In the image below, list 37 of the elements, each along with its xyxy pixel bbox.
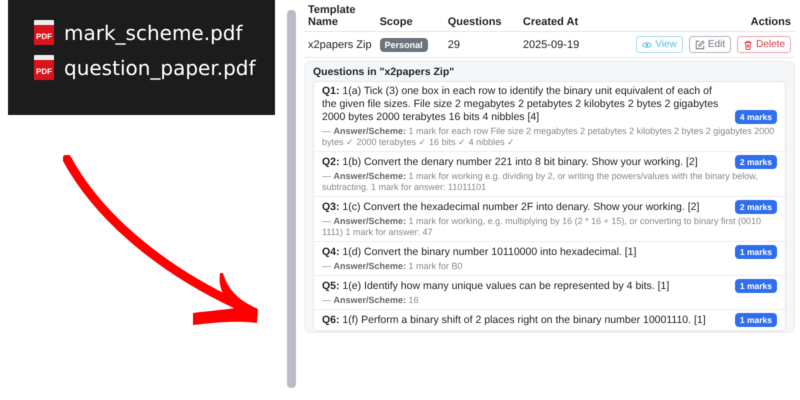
- file-name[interactable]: question_paper.pdf: [64, 56, 256, 80]
- question-text: Q2: 1(b) Convert the denary number 221 into 8 bit binary. Show your working. [2]: [322, 156, 699, 169]
- marks-badge: 2 marks: [734, 155, 777, 169]
- delete-button[interactable]: Delete: [737, 36, 791, 53]
- table-cell: 29: [448, 38, 460, 50]
- column-header: Created At: [522, 16, 578, 28]
- scope-badge: Personal: [380, 38, 428, 52]
- trash-icon: [743, 40, 754, 50]
- column-header: Actions: [750, 16, 791, 28]
- pdf-file-icon: PDF: [34, 55, 54, 80]
- edit-button[interactable]: Edit: [688, 36, 732, 53]
- column-header: Questions: [448, 16, 502, 28]
- question-text: Q1: 1(a) Tick (3) one box in each row to identify the binary unit equivalent of each of the given file sizes. File size 2 megabytes 2 petabytes 2 kilobytes 2 bytes 2 gigabytes 2000 bytes 2000 terabytes 16 bits 4 nibbles [4]: [322, 85, 720, 124]
- marks-badge: 2 marks: [734, 200, 777, 214]
- question-text: Q5: 1(e) Identify how many unique values can be represented by 4 bits. [1]: [322, 280, 670, 293]
- pdf-file-icon: PDF: [34, 20, 54, 45]
- eye-icon: [642, 40, 652, 50]
- answer-text: — Answer/Scheme: 16: [322, 295, 420, 306]
- question-text: Q6: 1(f) Perform a binary shift of 2 places right on the binary number 10001110. [1]: [322, 314, 707, 327]
- marks-badge: 1 marks: [734, 279, 777, 293]
- answer-text: — Answer/Scheme: 1 mark for each row File size 2 megabytes 2 petabytes 2 kilobytes 2 bytes 2 gigabytes 2000 bytes ✓ 2000 terabytes ✓ 16 bits ✓ 4 nibbles ✓: [322, 126, 776, 148]
- marks-badge: 1 marks: [734, 245, 777, 259]
- column-header: Scope: [380, 16, 413, 28]
- file-name[interactable]: mark_scheme.pdf: [64, 20, 243, 44]
- column-header: Template Name: [308, 4, 356, 28]
- answer-text: — Answer/Scheme: 1 mark for working, e.g. multiplying by 16 (2 * 16 + 15), or converting to binary first (0010 1111) 1 mark for answer: 47: [322, 216, 762, 238]
- table-cell: 2025-09-19: [522, 38, 580, 50]
- question-text: Q3: 1(c) Convert the hexadecimal number 2F into denary. Show your working. [2]: [322, 201, 700, 214]
- question-text: Q4: 1(d) Convert the binary number 10110000 into hexadecimal. [1]: [322, 246, 638, 259]
- pencil-square-icon: [694, 40, 705, 50]
- table-cell: x2papers Zip: [308, 38, 372, 50]
- answer-text: — Answer/Scheme: 1 mark for working e.g. dividing by 2, or writing the powers/values with the binary below, subtracting. 1 mark for answer: 11011101: [322, 171, 759, 193]
- marks-badge: 1 marks: [734, 313, 777, 327]
- scrollbar[interactable]: [287, 10, 296, 388]
- panel-title: Questions in "x2papers Zip": [313, 66, 456, 78]
- answer-text: — Answer/Scheme: 1 mark for B0: [322, 261, 464, 272]
- marks-badge: 4 marks: [734, 110, 777, 124]
